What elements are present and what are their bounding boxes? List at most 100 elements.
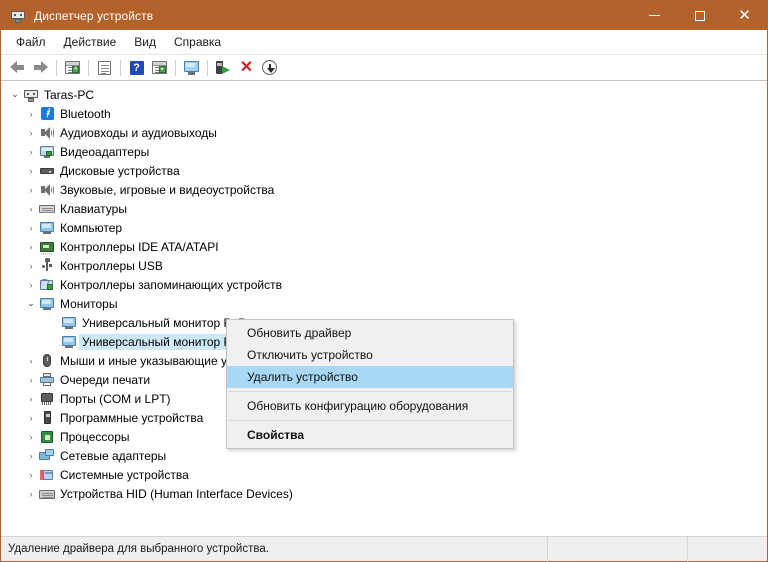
properties-button[interactable] bbox=[93, 57, 116, 79]
minimize-button[interactable] bbox=[632, 1, 677, 30]
minimize-icon bbox=[649, 14, 660, 16]
uninstall-device-button[interactable]: ✕ bbox=[235, 57, 258, 79]
window-title: Диспетчер устройств bbox=[34, 8, 154, 23]
tree-node-audio-io[interactable]: › Аудиовходы и аудиовыходы bbox=[1, 123, 767, 142]
download-button[interactable] bbox=[258, 57, 281, 79]
toolbar-separator bbox=[207, 59, 208, 76]
tree-node-computer[interactable]: › Компьютер bbox=[1, 218, 767, 237]
chevron-right-icon[interactable]: › bbox=[23, 394, 39, 404]
chevron-down-icon[interactable]: ⌄ bbox=[23, 298, 39, 309]
menu-file[interactable]: Файл bbox=[7, 33, 55, 51]
tree-node-storage-controllers[interactable]: › Контроллеры запоминающих устройств bbox=[1, 275, 767, 294]
tree-node-bluetooth[interactable]: › ᚼ Bluetooth bbox=[1, 104, 767, 123]
chevron-right-icon[interactable]: › bbox=[23, 242, 39, 252]
chevron-right-icon[interactable]: › bbox=[23, 204, 39, 214]
context-menu-separator bbox=[229, 420, 511, 421]
tree-node-label: Звуковые, игровые и видеоустройства bbox=[60, 182, 275, 197]
close-button[interactable]: ✕ bbox=[722, 1, 767, 30]
help-button[interactable]: ? bbox=[125, 57, 148, 79]
monitor-icon bbox=[39, 220, 55, 236]
tree-node-label: Универсальный монитор PnP bbox=[79, 333, 250, 350]
context-menu[interactable]: Обновить драйвер Отключить устройство Уд… bbox=[226, 319, 514, 449]
ide-controller-icon bbox=[39, 239, 55, 255]
tree-node-label: Контроллеры USB bbox=[60, 258, 163, 273]
tree-node-display-adapters[interactable]: › Видеоадаптеры bbox=[1, 142, 767, 161]
tree-node-label: Контроллеры запоминающих устройств bbox=[60, 277, 282, 292]
tree-node-label: Дисковые устройства bbox=[60, 163, 180, 178]
video-adapter-icon bbox=[39, 144, 55, 160]
chevron-right-icon[interactable]: › bbox=[23, 489, 39, 499]
tree-node-system-devices[interactable]: › Системные устройства bbox=[1, 465, 767, 484]
maximize-icon bbox=[694, 10, 705, 21]
tree-node-label: Клавиатуры bbox=[60, 201, 127, 216]
tree-node-disk-drives[interactable]: › Дисковые устройства bbox=[1, 161, 767, 180]
forward-button[interactable] bbox=[29, 57, 52, 79]
keyboard-icon bbox=[39, 201, 55, 217]
tree-node-sound-video-game[interactable]: › Звуковые, игровые и видеоустройства bbox=[1, 180, 767, 199]
chevron-right-icon[interactable]: › bbox=[23, 185, 39, 195]
toolbar-separator bbox=[56, 59, 57, 76]
speaker-icon bbox=[39, 182, 55, 198]
chevron-right-icon[interactable]: › bbox=[23, 109, 39, 119]
tree-node-label: Универсальный монитор PnP bbox=[82, 315, 247, 330]
tree-node-root[interactable]: ⌄ Taras-PC bbox=[1, 85, 767, 104]
chevron-right-icon[interactable]: › bbox=[23, 451, 39, 461]
monitor-update-icon bbox=[183, 60, 200, 75]
window-controls: ✕ bbox=[632, 1, 767, 30]
tree-node-ide-controllers[interactable]: › Контроллеры IDE ATA/ATAPI bbox=[1, 237, 767, 256]
context-menu-item-uninstall-device[interactable]: Удалить устройство bbox=[227, 366, 513, 388]
show-hide-console-tree-button[interactable]: 4 bbox=[61, 57, 84, 79]
chevron-right-icon[interactable]: › bbox=[23, 413, 39, 423]
tree-node-hid-devices[interactable]: › Устройства HID (Human Interface Device… bbox=[1, 484, 767, 503]
tree-node-label: Сетевые адаптеры bbox=[60, 448, 167, 463]
chevron-right-icon[interactable]: › bbox=[23, 166, 39, 176]
download-circle-icon bbox=[262, 60, 277, 75]
help-question-icon: ? bbox=[129, 60, 144, 75]
chevron-right-icon[interactable]: › bbox=[23, 147, 39, 157]
chevron-right-icon[interactable]: › bbox=[23, 128, 39, 138]
context-menu-item-scan-hardware-changes[interactable]: Обновить конфигурацию оборудования bbox=[227, 395, 513, 417]
context-menu-item-update-driver[interactable]: Обновить драйвер bbox=[227, 322, 513, 344]
chevron-right-icon[interactable]: › bbox=[23, 280, 39, 290]
back-button[interactable] bbox=[6, 57, 29, 79]
chevron-right-icon[interactable]: › bbox=[23, 375, 39, 385]
status-panel-end bbox=[687, 536, 767, 562]
chevron-right-icon[interactable]: › bbox=[23, 223, 39, 233]
toolbar-separator bbox=[175, 59, 176, 76]
status-message: Удаление драйвера для выбранного устройс… bbox=[8, 543, 269, 555]
tree-node-usb-controllers[interactable]: › Контроллеры USB bbox=[1, 256, 767, 275]
device-tree[interactable]: ⌄ Taras-PC › ᚼ Bluetooth › Аудиовходы и … bbox=[1, 81, 767, 536]
tree-node-monitors[interactable]: ⌄ Мониторы bbox=[1, 294, 767, 313]
menu-help[interactable]: Справка bbox=[165, 33, 230, 51]
menu-view[interactable]: Вид bbox=[125, 33, 165, 51]
tree-node-label: Видеоадаптеры bbox=[60, 144, 150, 159]
maximize-button[interactable] bbox=[677, 1, 722, 30]
system-device-icon bbox=[39, 467, 55, 483]
tree-node-keyboards[interactable]: › Клавиатуры bbox=[1, 199, 767, 218]
context-menu-item-properties[interactable]: Свойства bbox=[227, 424, 513, 446]
chevron-right-icon[interactable]: › bbox=[23, 432, 39, 442]
tree-node-label: Очереди печати bbox=[60, 372, 151, 387]
context-menu-item-disable-device[interactable]: Отключить устройство bbox=[227, 344, 513, 366]
toolbar-separator bbox=[88, 59, 89, 76]
monitor-icon bbox=[39, 296, 55, 312]
cpu-icon bbox=[39, 429, 55, 445]
chevron-right-icon[interactable]: › bbox=[23, 261, 39, 271]
title-bar[interactable]: Диспетчер устройств ✕ bbox=[1, 1, 767, 30]
chevron-down-icon[interactable]: ⌄ bbox=[7, 89, 23, 100]
scan-hardware-changes-button[interactable] bbox=[212, 57, 235, 79]
computer-icon bbox=[23, 87, 39, 103]
chevron-right-icon[interactable]: › bbox=[23, 356, 39, 366]
update-driver-button[interactable] bbox=[180, 57, 203, 79]
bluetooth-icon: ᚼ bbox=[39, 106, 55, 122]
show-hide-action-pane-button[interactable]: ▸ bbox=[148, 57, 171, 79]
tree-node-label: Контроллеры IDE ATA/ATAPI bbox=[60, 239, 219, 254]
menu-action[interactable]: Действие bbox=[55, 33, 126, 51]
tree-node-label: Программные устройства bbox=[60, 410, 204, 425]
tree-node-label: Системные устройства bbox=[60, 467, 189, 482]
status-bar: Удаление драйвера для выбранного устройс… bbox=[1, 536, 767, 562]
action-pane-icon: ▸ bbox=[152, 61, 167, 74]
device-manager-icon bbox=[10, 8, 26, 24]
back-arrow-icon bbox=[9, 61, 26, 74]
chevron-right-icon[interactable]: › bbox=[23, 470, 39, 480]
